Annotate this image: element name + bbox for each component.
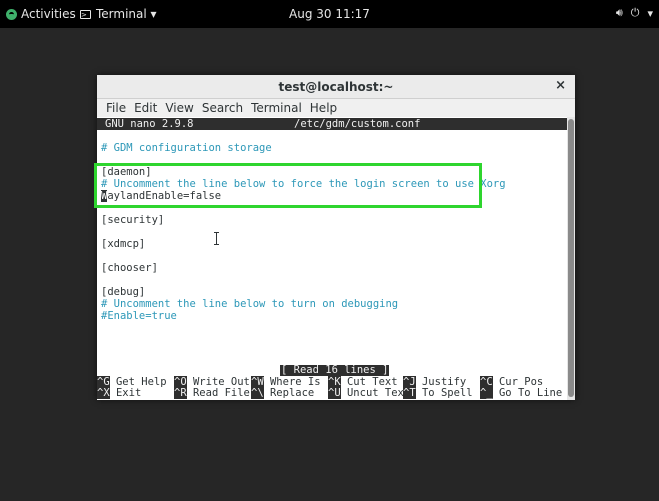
nano-filename: /etc/gdm/custom.conf <box>294 118 421 130</box>
menu-view[interactable]: View <box>161 101 197 115</box>
title-bar[interactable]: test@localhost:~ × <box>97 75 575 99</box>
system-menu[interactable]: 🔊︎ ⏻ ▾ <box>616 6 653 20</box>
shortcut-uncut-text[interactable]: ^U Uncut Text <box>328 387 410 399</box>
power-icon: ⏻ <box>630 6 640 19</box>
shortcut-to-spell[interactable]: ^T To Spell <box>403 387 473 399</box>
terminal-window: test@localhost:~ × File Edit View Search… <box>97 75 575 400</box>
clock[interactable]: Aug 30 11:17 <box>0 7 659 21</box>
volume-icon: 🔊︎ <box>615 6 623 19</box>
menu-terminal[interactable]: Terminal <box>247 101 306 115</box>
file-line: [chooser] <box>101 262 158 274</box>
scrollbar-thumb[interactable] <box>568 119 574 397</box>
shortcut-go-to-line[interactable]: ^_ Go To Line <box>480 387 562 399</box>
highlight-box <box>94 163 482 208</box>
window-title: test@localhost:~ <box>278 80 394 94</box>
menu-file[interactable]: File <box>102 101 130 115</box>
file-line: [xdmcp] <box>101 238 146 250</box>
menu-search[interactable]: Search <box>198 101 247 115</box>
shortcut-replace[interactable]: ^\ Replace <box>251 387 314 399</box>
shortcut-read-file[interactable]: ^R Read File <box>174 387 250 399</box>
status-message: [ Read 16 lines ] <box>280 364 390 376</box>
top-bar: Activities >_ Terminal ▾ Aug 30 11:17 🔊︎… <box>0 0 659 28</box>
file-line: [debug] <box>101 286 146 298</box>
file-line: # GDM configuration storage <box>101 142 272 154</box>
ibeam-cursor-icon <box>214 232 219 245</box>
close-icon[interactable]: × <box>555 78 566 93</box>
file-line: #Enable=true <box>101 310 177 322</box>
menu-bar: File Edit View Search Terminal Help <box>97 99 575 117</box>
shortcut-exit[interactable]: ^X Exit <box>97 387 141 399</box>
file-line: # Uncomment the line below to turn on de… <box>101 298 399 310</box>
nano-version: GNU nano 2.9.8 <box>105 118 194 130</box>
terminal-content[interactable]: GNU nano 2.9.8 /etc/gdm/custom.conf # GD… <box>97 117 567 400</box>
file-line: [security] <box>101 214 165 226</box>
menu-edit[interactable]: Edit <box>130 101 161 115</box>
menu-help[interactable]: Help <box>306 101 341 115</box>
chevron-down-icon: ▾ <box>647 6 653 20</box>
nano-header: GNU nano 2.9.8 /etc/gdm/custom.conf <box>97 118 567 130</box>
